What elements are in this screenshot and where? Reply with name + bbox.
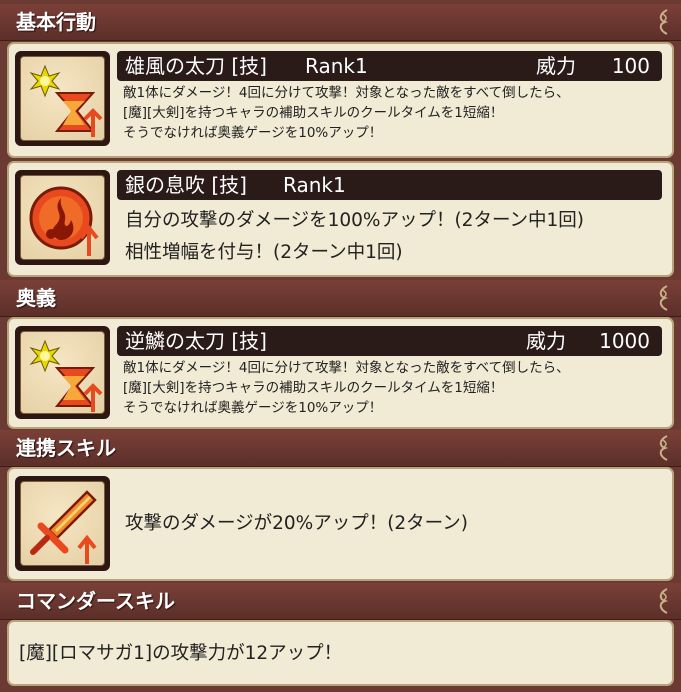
- skill-icon-frame: [15, 326, 110, 419]
- description-line: [魔][大剣]を持つキャラの補助スキルのクールタイムを1短縮！: [123, 105, 504, 121]
- flourish-ornament: [657, 8, 671, 36]
- skill-title-bar: 雄風の太刀 [技] Rank1 威力 100: [117, 51, 662, 81]
- skill-rank: Rank1: [305, 54, 368, 78]
- description-line: 自分の攻撃のダメージを100%アップ！(2ターン中1回): [125, 210, 585, 231]
- section-header-basic: 基本行動: [0, 4, 681, 41]
- description-line: 攻撃のダメージが20%アップ！(2ターン): [125, 513, 468, 534]
- skill-description: 敵1体にダメージ！4回に分けて攻撃！対象となった敵をすべて倒したら、 [魔][大…: [123, 358, 662, 418]
- power-label: 威力: [526, 329, 566, 353]
- commander-description: [魔][ロマサガ1]の攻撃力が12アップ！: [19, 638, 662, 670]
- skill-name: 逆鱗の太刀 [技]: [125, 329, 267, 353]
- skill-icon-frame: [15, 51, 110, 146]
- section-title: 基本行動: [16, 10, 96, 34]
- flourish-ornament: [657, 434, 671, 462]
- skill-card-2[interactable]: 銀の息吹 [技] Rank1 自分の攻撃のダメージを100%アップ！(2ターン中…: [7, 161, 674, 277]
- commander-card[interactable]: [魔][ロマサガ1]の攻撃力が12アップ！: [7, 620, 674, 686]
- skill-description: 自分の攻撃のダメージを100%アップ！(2ターン中1回) 相性増幅を付与！(2タ…: [125, 205, 662, 269]
- description-line: そうでなければ奥義ゲージを10%アップ！: [123, 125, 383, 141]
- skill-name: 雄風の太刀 [技]: [125, 54, 267, 78]
- skill-card-1[interactable]: 雄風の太刀 [技] Rank1 威力 100 敵1体にダメージ！4回に分けて攻撃…: [7, 42, 674, 158]
- section-header-renkei: 連携スキル: [0, 430, 681, 467]
- description-line: [魔][ロマサガ1]の攻撃力が12アップ！: [19, 643, 343, 664]
- sword-burst-hourglass-icon: [20, 331, 105, 414]
- power-label: 威力: [536, 54, 576, 78]
- skill-title-bar: 逆鱗の太刀 [技] 威力 1000: [117, 326, 662, 356]
- description-line: 敵1体にダメージ！4回に分けて攻撃！対象となった敵をすべて倒したら、: [123, 360, 570, 376]
- sword-burst-hourglass-icon: [20, 56, 105, 141]
- skill-name: 銀の息吹 [技]: [125, 173, 247, 197]
- renkei-card[interactable]: 攻撃のダメージが20%アップ！(2ターン): [7, 467, 674, 581]
- flourish-ornament: [657, 284, 671, 312]
- skill-title-bar: 銀の息吹 [技] Rank1: [117, 170, 662, 200]
- description-line: [魔][大剣]を持つキャラの補助スキルのクールタイムを1短縮！: [123, 380, 504, 396]
- section-header-ougi: 奥義: [0, 280, 681, 317]
- section-title: 奥義: [16, 286, 56, 310]
- skill-icon-frame: [15, 476, 110, 571]
- description-line: 敵1体にダメージ！4回に分けて攻撃！対象となった敵をすべて倒したら、: [123, 85, 570, 101]
- sword-up-icon: [20, 481, 105, 566]
- flourish-ornament: [657, 587, 671, 615]
- power-value: 1000: [599, 329, 650, 353]
- flame-buff-icon: [20, 175, 105, 260]
- description-line: そうでなければ奥義ゲージを10%アップ！: [123, 400, 383, 416]
- skill-description: 敵1体にダメージ！4回に分けて攻撃！対象となった敵をすべて倒したら、 [魔][大…: [123, 83, 662, 143]
- section-title: 連携スキル: [16, 436, 116, 460]
- skill-rank: Rank1: [283, 173, 346, 197]
- power-value: 100: [611, 54, 650, 78]
- section-header-commander: コマンダースキル: [0, 583, 681, 620]
- skill-icon-frame: [15, 170, 110, 265]
- ougi-card[interactable]: 逆鱗の太刀 [技] 威力 1000 敵1体にダメージ！4回に分けて攻撃！対象とな…: [7, 317, 674, 429]
- description-line: 相性増幅を付与！(2ターン中1回): [125, 242, 403, 263]
- section-title: コマンダースキル: [16, 589, 175, 613]
- skill-description: 攻撃のダメージが20%アップ！(2ターン): [125, 508, 662, 540]
